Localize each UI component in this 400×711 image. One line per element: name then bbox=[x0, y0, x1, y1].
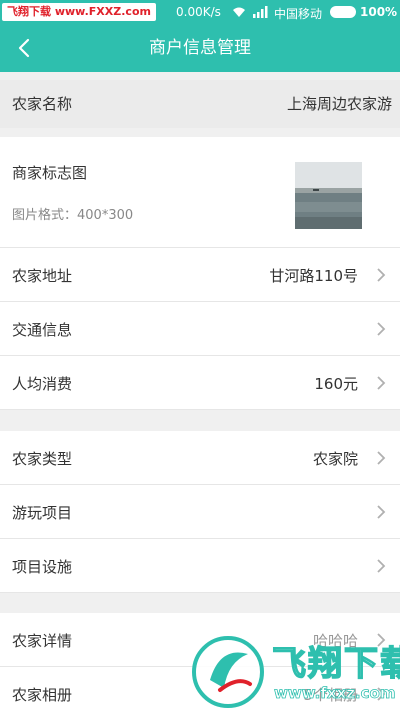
battery-percent: 100% bbox=[360, 5, 398, 19]
traffic-info-row[interactable]: 交通信息 bbox=[0, 302, 400, 356]
farm-detail-row[interactable]: 农家详情 哈哈哈 bbox=[0, 613, 400, 667]
merchant-logo-image[interactable] bbox=[295, 162, 362, 229]
farm-name-label: 农家名称 bbox=[12, 95, 73, 113]
farm-type-row[interactable]: 农家类型 农家院 bbox=[0, 431, 400, 485]
farm-name-value: 上海周边农家游 bbox=[286, 95, 392, 113]
status-bar: 飞翔下载 www.FXXZ.com 0.00K/s 中国移动 100% bbox=[0, 0, 400, 24]
back-arrow-icon bbox=[18, 38, 30, 58]
lake-photo bbox=[295, 162, 362, 229]
nav-bar: 商户信息管理 bbox=[0, 24, 400, 72]
facilities-label: 项目设施 bbox=[12, 558, 73, 576]
network-speed: 0.00K/s bbox=[176, 5, 221, 19]
play-items-row[interactable]: 游玩项目 bbox=[0, 485, 400, 539]
farm-detail-label: 农家详情 bbox=[12, 632, 73, 650]
chevron-right-icon bbox=[377, 559, 386, 573]
wifi-icon bbox=[233, 7, 245, 17]
back-button[interactable] bbox=[8, 32, 40, 64]
chevron-right-icon bbox=[377, 376, 386, 390]
avg-spend-row[interactable]: 人均消费 160元 bbox=[0, 356, 400, 410]
farm-type-value: 农家院 bbox=[312, 450, 358, 468]
chevron-right-icon bbox=[377, 451, 386, 465]
farm-name-row[interactable]: 农家名称 上海周边农家游 bbox=[0, 80, 400, 128]
farm-album-row[interactable]: 农家相册 5个相册 bbox=[0, 667, 400, 711]
farm-address-value: 甘河路110号 bbox=[269, 267, 358, 285]
play-items-label: 游玩项目 bbox=[12, 504, 73, 522]
traffic-info-label: 交通信息 bbox=[12, 321, 73, 339]
farm-address-label: 农家地址 bbox=[12, 267, 73, 285]
image-format-hint: 图片格式：400*300 bbox=[12, 208, 134, 223]
chevron-right-icon bbox=[377, 633, 386, 647]
farm-address-row[interactable]: 农家地址 甘河路110号 bbox=[0, 248, 400, 302]
farm-album-label: 农家相册 bbox=[12, 686, 73, 704]
chevron-right-icon bbox=[377, 505, 386, 519]
chevron-right-icon bbox=[377, 322, 386, 336]
farm-detail-value: 哈哈哈 bbox=[312, 632, 358, 650]
merchant-logo-row[interactable]: 商家标志图 图片格式：400*300 bbox=[0, 137, 400, 248]
carrier-name: 中国移动 bbox=[274, 7, 323, 21]
avg-spend-label: 人均消费 bbox=[12, 375, 73, 393]
page-title: 商户信息管理 bbox=[149, 38, 251, 58]
avg-spend-value: 160元 bbox=[314, 375, 358, 393]
farm-type-label: 农家类型 bbox=[12, 450, 73, 468]
farm-album-value: 5个相册 bbox=[303, 686, 358, 704]
chevron-right-icon bbox=[377, 268, 386, 282]
signal-icon bbox=[253, 6, 268, 18]
facilities-row[interactable]: 项目设施 bbox=[0, 539, 400, 593]
merchant-logo-label: 商家标志图 bbox=[12, 164, 88, 182]
chevron-right-icon bbox=[377, 687, 386, 701]
battery-icon bbox=[330, 6, 356, 18]
watermark-badge: 飞翔下载 www.FXXZ.com bbox=[2, 3, 156, 21]
